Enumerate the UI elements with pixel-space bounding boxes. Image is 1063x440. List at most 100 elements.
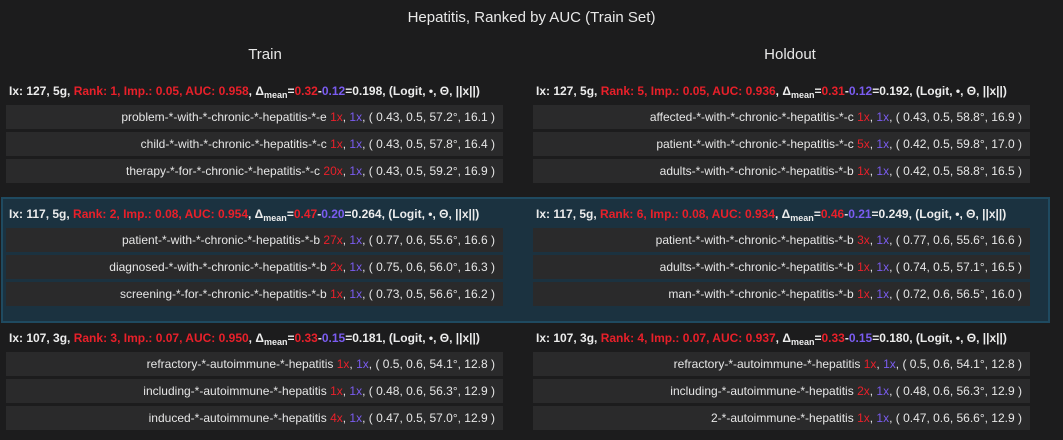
train-group: Ix: 117, 5g, Rank: 2, Imp.: 0.08, AUC: 0… (6, 203, 503, 306)
list-item[interactable]: patient-*-with-*-chronic-*-hepatitis-*-b… (6, 228, 503, 252)
train-column-header: Train (248, 46, 282, 63)
list-item[interactable]: adults-*-with-*-chronic-*-hepatitis-*-b … (533, 159, 1030, 183)
rank-stats: Rank: 5, Imp.: 0.05, AUC: 0.936 (600, 84, 776, 98)
row-stats: , ( 0.42, 0.5, 59.8°, 17.0 ) (889, 137, 1022, 151)
row-stats: , ( 0.42, 0.5, 58.8°, 16.5 ) (889, 164, 1022, 178)
list-item[interactable]: including-*-autoimmune-*-hepatitis 2x, 1… (533, 379, 1030, 403)
train-count: 1x (857, 164, 870, 178)
train-count: 1x (330, 110, 343, 124)
train-count: 1x (330, 287, 343, 301)
delta-label: , Δ (248, 84, 264, 98)
train-count: 1x (330, 137, 343, 151)
list-item[interactable]: including-*-autoimmune-*-hepatitis 1x, 1… (6, 379, 503, 403)
train-count: 1x (857, 260, 870, 274)
equals-sign: = (814, 84, 822, 98)
equals-sign: = (286, 207, 294, 221)
delta-value-a: 0.33 (294, 331, 318, 345)
ngram-label: adults-*-with-*-chronic-*-hepatitis-*-b (659, 260, 854, 274)
list-item[interactable]: diagnosed-*-with-*-chronic-*-hepatitis-*… (6, 255, 503, 279)
holdout-count: 1x (876, 384, 890, 398)
rank-stats: Rank: 4, Imp.: 0.07, AUC: 0.937 (600, 331, 776, 345)
delta-result: =0.192, (Logit, •, Θ, ||x||) (872, 84, 1007, 98)
list-item[interactable]: affected-*-with-*-chronic-*-hepatitis-*-… (533, 105, 1030, 129)
list-item[interactable]: therapy-*-for-*-chronic-*-hepatitis-*-c … (6, 159, 503, 183)
delta-value-b: 0.12 (848, 84, 873, 98)
delta-result: =0.198, (Logit, •, Θ, ||x||) (345, 84, 480, 98)
group-header: Ix: 127, 5g, Rank: 1, Imp.: 0.05, AUC: 0… (6, 80, 503, 102)
delta-value-a: 0.47 (293, 207, 318, 221)
train-count: 27x (323, 233, 343, 247)
list-item[interactable]: man-*-with-*-chronic-*-hepatitis-*-b 1x,… (533, 282, 1030, 306)
holdout-count: 1x (883, 357, 896, 371)
holdout-count: 1x (876, 137, 890, 151)
list-item[interactable]: refractory-*-autoimmune-*-hepatitis 1x, … (6, 352, 503, 376)
rank-stats: Rank: 6, Imp.: 0.08, AUC: 0.934 (600, 207, 775, 221)
holdout-column-header: Holdout (764, 46, 816, 63)
ngram-label: patient-*-with-*-chronic-*-hepatitis-*-c (656, 137, 854, 151)
delta-label: , Δ (775, 331, 791, 345)
ngram-label: screening-*-for-*-chronic-*-hepatitis-*-… (119, 287, 327, 301)
rank-stats: Rank: 1, Imp.: 0.05, AUC: 0.958 (73, 84, 249, 98)
ngram-label: patient-*-with-*-chronic-*-hepatitis-*-b (121, 233, 321, 247)
ngram-label: including-*-autoimmune-*-hepatitis (670, 384, 854, 398)
holdout-count: 1x (349, 411, 363, 425)
delta-result: =0.180, (Logit, •, Θ, ||x||) (872, 331, 1007, 345)
holdout-count: 1x (349, 384, 363, 398)
group-index-label: Ix: 127, 5g, (536, 84, 598, 98)
row-stats: , ( 0.5, 0.6, 54.1°, 12.8 ) (368, 357, 495, 371)
group-index-label: Ix: 117, 5g, (536, 207, 597, 221)
holdout-count: 1x (876, 260, 890, 274)
rank-stats: Rank: 2, Imp.: 0.08, AUC: 0.954 (73, 207, 248, 221)
equals-sign: = (287, 84, 295, 98)
holdout-count: 1x (876, 411, 890, 425)
train-count: 1x (857, 287, 870, 301)
list-item[interactable]: induced-*-autoimmune-*-hepatitis 4x, 1x,… (6, 406, 503, 430)
list-item[interactable]: child-*-with-*-chronic-*-hepatitis-*-c 1… (6, 132, 503, 156)
delta-value-a: 0.32 (294, 84, 318, 98)
train-count: 4x (330, 411, 343, 425)
train-count: 1x (857, 411, 870, 425)
holdout-count: 1x (349, 260, 363, 274)
delta-label: , Δ (248, 207, 264, 221)
train-count: 2x (857, 384, 870, 398)
equals-sign: = (814, 331, 822, 345)
equals-sign: = (287, 331, 295, 345)
train-count: 3x (857, 233, 870, 247)
train-group: Ix: 107, 3g, Rank: 3, Imp.: 0.07, AUC: 0… (6, 327, 503, 430)
group-header: Ix: 107, 3g, Rank: 4, Imp.: 0.07, AUC: 0… (533, 327, 1030, 349)
delta-value-b: 0.15 (321, 331, 346, 345)
list-item[interactable]: patient-*-with-*-chronic-*-hepatitis-*-b… (533, 228, 1030, 252)
holdout-count: 1x (349, 233, 363, 247)
list-item[interactable]: refractory-*-autoimmune-*-hepatitis 1x, … (533, 352, 1030, 376)
list-item[interactable]: 2-*-autoimmune-*-hepatitis 1x, 1x, ( 0.4… (533, 406, 1030, 430)
row-stats: , ( 0.5, 0.6, 54.1°, 12.8 ) (895, 357, 1022, 371)
holdout-group: Ix: 117, 5g, Rank: 6, Imp.: 0.08, AUC: 0… (533, 203, 1030, 306)
list-item[interactable]: screening-*-for-*-chronic-*-hepatitis-*-… (6, 282, 503, 306)
group-header: Ix: 107, 3g, Rank: 3, Imp.: 0.07, AUC: 0… (6, 327, 503, 349)
ngram-label: man-*-with-*-chronic-*-hepatitis-*-b (668, 287, 854, 301)
ngram-label: including-*-autoimmune-*-hepatitis (143, 384, 327, 398)
delta-label: , Δ (775, 207, 791, 221)
list-item[interactable]: problem-*-with-*-chronic-*-hepatitis-*-e… (6, 105, 503, 129)
delta-label: , Δ (248, 331, 264, 345)
group-index-label: Ix: 127, 5g, (9, 84, 71, 98)
ngram-label: problem-*-with-*-chronic-*-hepatitis-*-e (121, 110, 327, 124)
holdout-count: 1x (349, 137, 363, 151)
page-title: Hepatitis, Ranked by AUC (Train Set) (407, 9, 656, 26)
row-stats: , ( 0.75, 0.6, 56.0°, 16.3 ) (362, 260, 495, 274)
row-stats: , ( 0.43, 0.5, 57.2°, 16.1 ) (362, 110, 495, 124)
delta-subscript: mean (263, 90, 288, 100)
delta-subscript: mean (263, 213, 287, 223)
delta-value-a: 0.46 (820, 207, 845, 221)
list-item[interactable]: patient-*-with-*-chronic-*-hepatitis-*-c… (533, 132, 1030, 156)
ngram-label: refractory-*-autoimmune-*-hepatitis (673, 357, 861, 371)
list-item[interactable]: adults-*-with-*-chronic-*-hepatitis-*-b … (533, 255, 1030, 279)
holdout-count: 1x (349, 164, 363, 178)
rank-stats: Rank: 3, Imp.: 0.07, AUC: 0.950 (73, 331, 249, 345)
train-count: 1x (336, 357, 350, 371)
train-count: 1x (330, 384, 343, 398)
row-stats: , ( 0.48, 0.6, 56.3°, 12.9 ) (889, 384, 1022, 398)
row-stats: , ( 0.43, 0.5, 58.8°, 16.9 ) (889, 110, 1022, 124)
group-header: Ix: 117, 5g, Rank: 6, Imp.: 0.08, AUC: 0… (533, 203, 1030, 225)
delta-result: =0.249, (Logit, •, Θ, ||x||) (871, 207, 1007, 221)
